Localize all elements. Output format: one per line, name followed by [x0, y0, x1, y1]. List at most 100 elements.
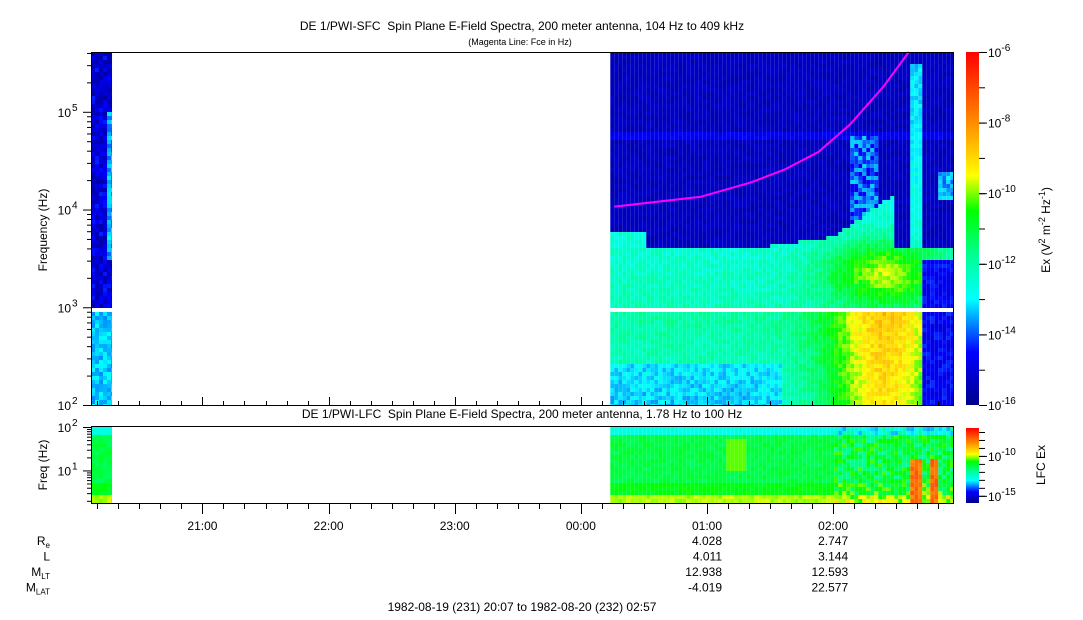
- heatmap-cell: [690, 116, 695, 120]
- heatmap-cell: [638, 164, 643, 168]
- heatmap-cell: [746, 332, 751, 336]
- heatmap-cell: [678, 164, 683, 168]
- heatmap-cell: [762, 164, 767, 168]
- heatmap-cell: [686, 200, 691, 204]
- heatmap-cell: [614, 240, 619, 244]
- heatmap-cell: [618, 344, 623, 348]
- heatmap-cell: [666, 168, 671, 172]
- heatmap-cell: [790, 180, 795, 184]
- heatmap-cell: [654, 328, 659, 332]
- heatmap-cell: [618, 136, 623, 140]
- heatmap-cell: [742, 368, 747, 372]
- heatmap-cell: [754, 80, 759, 84]
- heatmap-cell: [798, 132, 803, 136]
- heatmap-cell: [706, 260, 711, 264]
- heatmap-cell: [734, 284, 739, 288]
- heatmap-cell: [762, 280, 767, 284]
- heatmap-cell: [706, 348, 711, 352]
- heatmap-cell: [654, 236, 659, 240]
- heatmap-cell: [622, 92, 627, 96]
- heatmap-cell: [802, 96, 807, 100]
- heatmap-cell: [782, 276, 787, 280]
- heatmap-cell: [734, 120, 739, 124]
- heatmap-cell: [802, 268, 807, 272]
- heatmap-cell: [754, 152, 759, 156]
- heatmap-cell: [782, 268, 787, 272]
- heatmap-cell: [686, 148, 691, 152]
- heatmap-cell: [782, 104, 787, 108]
- heatmap-cell: [698, 136, 703, 140]
- heatmap-cell: [730, 80, 735, 84]
- heatmap-cell: [798, 172, 803, 176]
- heatmap-cell: [610, 352, 615, 356]
- heatmap-cell: [690, 120, 695, 124]
- heatmap-cell: [738, 364, 743, 368]
- heatmap-cell: [690, 372, 695, 376]
- heatmap-cell: [722, 396, 727, 400]
- heatmap-cell: [690, 204, 695, 208]
- heatmap-cell: [738, 56, 743, 60]
- heatmap-cell: [111, 284, 113, 288]
- heatmap-cell: [694, 220, 699, 224]
- heatmap-cell: [99, 280, 103, 284]
- heatmap-cell: [770, 380, 775, 384]
- heatmap-cell: [686, 68, 691, 72]
- heatmap-cell: [690, 360, 695, 364]
- heatmap-cell: [758, 112, 763, 116]
- heatmap-cell: [690, 156, 695, 160]
- heatmap-cell: [774, 228, 779, 232]
- heatmap-cell: [786, 260, 791, 264]
- heatmap-cell: [610, 332, 615, 336]
- heatmap-cell: [734, 144, 739, 148]
- heatmap-cell: [710, 240, 715, 244]
- heatmap-cell: [770, 376, 775, 380]
- heatmap-cell: [626, 404, 631, 405]
- heatmap-cell: [111, 316, 113, 320]
- heatmap-cell: [778, 396, 783, 400]
- heatmap-cell: [714, 296, 719, 300]
- heatmap-cell: [778, 236, 783, 240]
- heatmap-cell: [782, 88, 787, 92]
- heatmap-cell: [614, 248, 619, 252]
- heatmap-cell: [802, 176, 807, 180]
- heatmap-cell: [722, 184, 727, 188]
- heatmap-cell: [762, 284, 767, 288]
- heatmap-cell: [762, 336, 767, 340]
- heatmap-cell: [786, 120, 791, 124]
- heatmap-cell: [806, 68, 811, 72]
- heatmap-cell: [754, 368, 759, 372]
- heatmap-cell: [107, 280, 111, 284]
- heatmap-cell: [750, 68, 755, 72]
- heatmap-cell: [690, 356, 695, 360]
- heatmap-cell: [103, 360, 107, 364]
- heatmap-cell: [690, 300, 695, 304]
- heatmap-cell: [678, 256, 683, 260]
- heatmap-cell: [650, 180, 655, 184]
- heatmap-cell: [714, 160, 719, 164]
- heatmap-cell: [650, 224, 655, 228]
- heatmap-cell: [622, 392, 627, 396]
- heatmap-cell: [666, 368, 671, 372]
- heatmap-cell: [718, 376, 723, 380]
- heatmap-cell: [770, 156, 775, 160]
- heatmap-cell: [694, 124, 699, 128]
- heatmap-cell: [618, 328, 623, 332]
- heatmap-cell: [702, 252, 707, 256]
- heatmap-cell: [746, 128, 751, 132]
- heatmap-cell: [111, 304, 113, 308]
- heatmap-cell: [646, 152, 651, 156]
- heatmap-cell: [622, 84, 627, 88]
- heatmap-cell: [742, 240, 747, 244]
- heatmap-cell: [610, 60, 615, 64]
- heatmap-cell: [734, 252, 739, 256]
- heatmap-cell: [726, 268, 731, 272]
- heatmap-cell: [678, 360, 683, 364]
- heatmap-cell: [654, 252, 659, 256]
- heatmap-cell: [99, 112, 103, 116]
- heatmap-cell: [634, 388, 639, 392]
- heatmap-cell: [622, 188, 627, 192]
- heatmap-cell: [654, 372, 659, 376]
- heatmap-cell: [710, 56, 715, 60]
- heatmap-cell: [786, 132, 791, 136]
- heatmap-cell: [738, 292, 743, 296]
